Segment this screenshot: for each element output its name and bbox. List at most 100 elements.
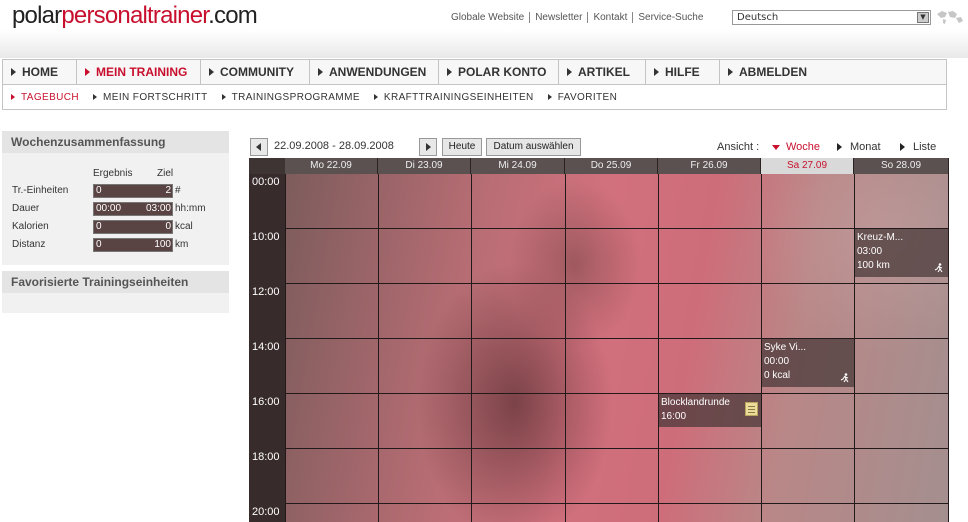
subnav-mein-fortschritt[interactable]: MEIN FORTSCHRITT — [93, 92, 208, 103]
logo[interactable]: polarpersonaltrainer.com — [12, 2, 258, 30]
row-goal: 03:00 — [145, 203, 171, 214]
row-unit: km — [175, 239, 189, 250]
arrow-right-icon — [221, 94, 226, 100]
language-value: Deutsch — [737, 12, 779, 23]
arrow-right-icon — [837, 143, 842, 151]
summary-row-dauer: Dauer 00:00 03:00 hh:mm — [12, 202, 222, 216]
arrow-right-icon — [728, 68, 733, 76]
nav-hilfe[interactable]: HILFE — [646, 60, 720, 84]
nav-label: HOME — [22, 65, 58, 79]
main-nav: HOME MEIN TRAINING COMMUNITY ANWENDUNGEN… — [2, 59, 947, 85]
time-label: 16:00 — [252, 396, 280, 408]
grid-line — [854, 174, 855, 522]
day-header-so[interactable]: So 28.09 — [854, 158, 949, 174]
note-icon — [745, 402, 758, 416]
grid-line — [565, 174, 566, 522]
row-goal: 100 — [154, 239, 171, 250]
row-goal: 2 — [165, 185, 171, 196]
day-header-do[interactable]: Do 25.09 — [565, 158, 658, 174]
subnav-favoriten[interactable]: FAVORITEN — [547, 92, 618, 103]
row-label: Kalorien — [12, 221, 49, 232]
view-liste-label: Liste — [913, 141, 937, 153]
time-label: 00:00 — [252, 176, 280, 188]
nav-community[interactable]: COMMUNITY — [201, 60, 310, 84]
pick-date-button[interactable]: Datum auswählen — [486, 138, 581, 156]
day-header-mo[interactable]: Mo 22.09 — [285, 158, 378, 174]
day-header-fr[interactable]: Fr 26.09 — [658, 158, 761, 174]
event-value: 0 kcal — [764, 370, 791, 381]
nav-label: MEIN TRAINING — [96, 65, 188, 79]
header: polarpersonaltrainer.com Globale Website… — [0, 0, 968, 58]
nav-polar-konto[interactable]: POLAR KONTO — [439, 60, 559, 84]
row-label: Dauer — [12, 203, 40, 214]
arrow-right-icon — [567, 68, 572, 76]
row-label: Tr.-Einheiten — [12, 185, 69, 196]
day-header-mi[interactable]: Mi 24.09 — [471, 158, 565, 174]
day-header-di[interactable]: Di 23.09 — [378, 158, 471, 174]
grid-line — [378, 174, 379, 522]
arrow-right-icon — [209, 68, 214, 76]
event-kreuz[interactable]: Kreuz-M... 03:00 100 km — [855, 229, 948, 277]
logo-part-personaltrainer: personaltrainer — [61, 2, 209, 29]
arrow-right-icon — [373, 94, 378, 100]
nav-anwendungen[interactable]: ANWENDUNGEN — [310, 60, 439, 84]
nav-abmelden[interactable]: ABMELDEN — [720, 60, 820, 84]
grid-line — [285, 448, 949, 449]
world-map-icon — [937, 11, 963, 24]
runner-icon — [934, 263, 943, 273]
view-woche[interactable]: Woche — [772, 141, 820, 153]
next-week-button[interactable] — [419, 138, 437, 156]
date-range: 22.09.2008 - 28.09.2008 — [274, 140, 394, 152]
col-result-header: Ergebnis — [93, 168, 133, 179]
nav-mein-training[interactable]: MEIN TRAINING — [77, 60, 201, 84]
view-liste[interactable]: Liste — [900, 141, 936, 153]
nav-label: POLAR KONTO — [458, 65, 547, 79]
row-result: 0 — [96, 239, 102, 250]
grid-line — [948, 174, 949, 522]
grid-line — [285, 174, 286, 522]
nav-label: HILFE — [665, 65, 700, 79]
arrow-right-icon — [318, 68, 323, 76]
time-label: 20:00 — [252, 506, 280, 518]
nav-artikel[interactable]: ARTIKEL — [559, 60, 646, 84]
time-label: 14:00 — [252, 341, 280, 353]
summary-row-distanz: Distanz 0 100 km — [12, 238, 222, 252]
subnav-krafttrainingseinheiten[interactable]: KRAFTTRAININGSEINHEITEN — [373, 92, 534, 103]
row-label: Distanz — [12, 239, 46, 250]
arrow-right-icon — [85, 68, 90, 76]
chevron-down-icon[interactable]: ▼ — [917, 12, 929, 23]
view-monat[interactable]: Monat — [837, 141, 881, 153]
subnav-tagebuch[interactable]: TAGEBUCH — [11, 92, 79, 103]
favorites-panel — [2, 293, 229, 313]
sub-nav: TAGEBUCH MEIN FORTSCHRITT TRAININGSPROGR… — [2, 85, 947, 110]
time-label: 12:00 — [252, 286, 280, 298]
link-newsletter[interactable]: Newsletter — [530, 12, 589, 23]
arrow-right-icon — [93, 94, 98, 100]
row-unit: hh:mm — [175, 203, 206, 214]
today-button[interactable]: Heute — [442, 138, 482, 156]
event-blocklandrunde[interactable]: Blocklandrunde 16:00 — [659, 394, 761, 427]
grid-line — [658, 174, 659, 522]
grid-line — [285, 283, 949, 284]
view-woche-label: Woche — [786, 141, 821, 153]
nav-home[interactable]: HOME — [3, 60, 77, 84]
event-syke[interactable]: Syke Vi... 00:00 0 kcal — [762, 339, 854, 387]
time-label: 10:00 — [252, 231, 280, 243]
event-title: Syke Vi... — [764, 342, 807, 353]
link-service-suche[interactable]: Service-Suche — [633, 12, 708, 23]
arrow-right-icon — [447, 68, 452, 76]
day-header-sa[interactable]: Sa 27.09 — [761, 158, 854, 174]
prev-week-button[interactable] — [250, 138, 268, 156]
row-result: 0 — [96, 221, 102, 232]
grid-line — [285, 393, 949, 394]
subnav-label: TAGEBUCH — [21, 91, 80, 103]
summary-row-kalorien: Kalorien 0 0 kcal — [12, 220, 222, 234]
language-select[interactable]: Deutsch ▼ — [732, 10, 931, 25]
link-globale-website[interactable]: Globale Website — [446, 12, 531, 23]
calendar-toolbar: 22.09.2008 - 28.09.2008 Heute Datum ausw… — [250, 138, 950, 157]
link-kontakt[interactable]: Kontakt — [588, 12, 634, 23]
view-label: Ansicht : — [717, 141, 760, 153]
row-result: 00:00 — [96, 203, 122, 214]
arrow-right-icon — [900, 143, 905, 151]
subnav-trainingsprogramme[interactable]: TRAININGSPROGRAMME — [221, 92, 360, 103]
